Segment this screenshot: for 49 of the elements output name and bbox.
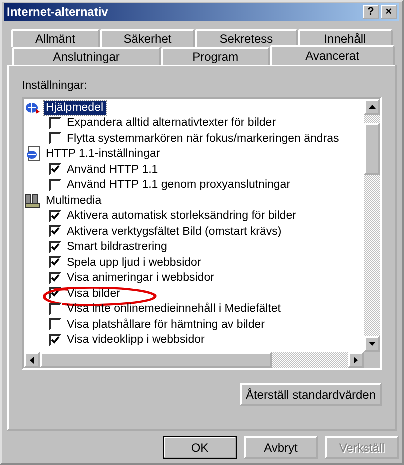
option-label: Visa platshållare för hämtning av bilder	[67, 318, 265, 331]
down-arrow-icon	[368, 342, 376, 346]
scroll-thumb[interactable]	[40, 352, 272, 368]
option-label: Visa inte onlinemedieinnehåll i Mediefältet	[67, 303, 281, 316]
checkbox[interactable]	[49, 256, 62, 270]
group-item[interactable]: Multimedia	[44, 194, 104, 208]
up-arrow-icon	[368, 105, 376, 109]
scrollbar-corner	[364, 352, 380, 368]
option-label: Visa animeringar i webbsidor	[67, 272, 214, 284]
option-label: Spela upp ljud i webbsidor	[67, 256, 202, 269]
checkbox[interactable]	[49, 318, 62, 332]
checkbox[interactable]	[49, 210, 62, 223]
tab[interactable]: Program	[161, 47, 270, 65]
checkbox[interactable]	[49, 225, 62, 238]
option-label: Visa bilder	[67, 288, 120, 300]
scroll-thumb[interactable]	[364, 123, 380, 175]
window-title: Internet-alternativ	[7, 5, 108, 19]
option-label: Använd HTTP 1.1 genom proxyanslutningar	[67, 179, 291, 192]
checkbox[interactable]	[49, 302, 62, 316]
group-item[interactable]: HTTP 1.1-inställningar	[44, 147, 162, 162]
checkbox[interactable]	[49, 240, 62, 254]
option-label: Aktivera verktygsfältet Bild (omstart krävs)	[67, 226, 282, 238]
option-label: Aktivera automatisk storleksändring för bilder	[67, 210, 296, 222]
tab[interactable]: Allmänt	[11, 29, 100, 47]
option-label: Flytta systemmarkören när fokus/markeringen ändras	[67, 132, 340, 145]
option-label: Expandera alltid alternativtexter för bilder	[67, 117, 276, 130]
checkbox[interactable]	[49, 116, 62, 130]
settings-label: Inställningar:	[22, 80, 88, 94]
checkbox[interactable]	[49, 272, 62, 285]
option-label: Visa videoklipp i webbsidor	[67, 334, 205, 346]
group-item[interactable]: Hjälpmedel	[44, 100, 106, 115]
close-button[interactable]: ×	[381, 5, 397, 19]
checkbox[interactable]	[49, 163, 62, 176]
reset-defaults-button[interactable]: Återställ standardvärden	[240, 383, 382, 406]
vertical-scrollbar[interactable]	[364, 99, 380, 352]
page-globe-icon	[25, 146, 41, 162]
tab[interactable]: Avancerat	[270, 45, 395, 65]
dialog-button[interactable]: Avbryt	[244, 436, 318, 459]
right-arrow-icon	[354, 356, 358, 364]
horizontal-scrollbar[interactable]	[24, 352, 364, 368]
multimedia-icon	[25, 192, 41, 209]
tab[interactable]: Sekretess	[195, 29, 298, 47]
dialog-button[interactable]: OK	[163, 436, 237, 459]
option-label: Använd HTTP 1.1	[67, 164, 158, 176]
option-label: Smart bildrastrering	[67, 241, 168, 254]
help-button[interactable]: ?	[363, 5, 379, 19]
tab[interactable]: Anslutningar	[12, 47, 162, 65]
tab[interactable]: Säkerhet	[100, 29, 196, 47]
left-arrow-icon	[30, 356, 34, 364]
